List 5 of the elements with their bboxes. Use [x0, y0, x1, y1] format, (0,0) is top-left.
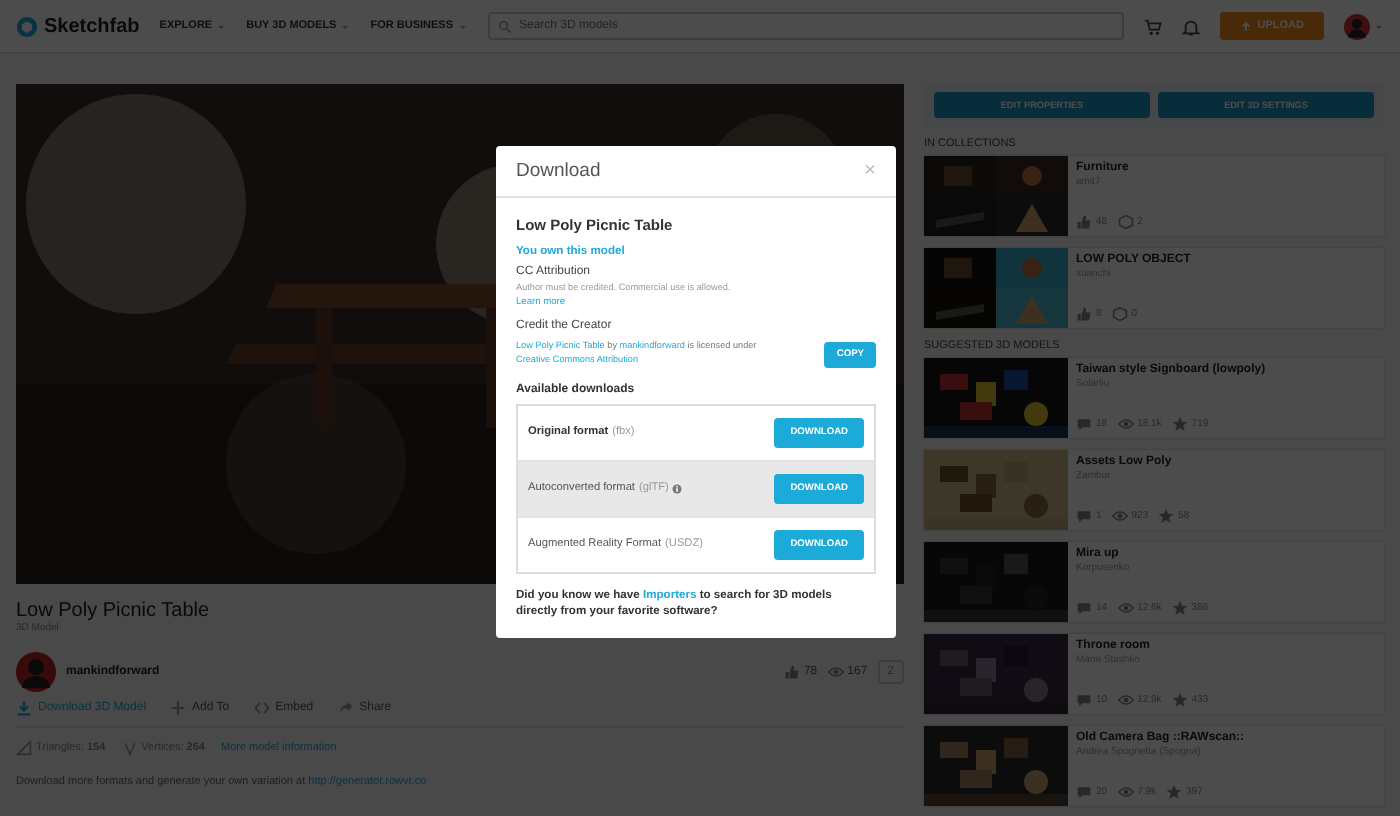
- model-title: Low Poly Picnic Table: [16, 600, 210, 622]
- logo-text[interactable]: Sketchfab: [44, 15, 140, 37]
- dialog-title: Download: [516, 160, 601, 182]
- info-icon[interactable]: [672, 483, 683, 494]
- close-button[interactable]: ×: [864, 161, 876, 181]
